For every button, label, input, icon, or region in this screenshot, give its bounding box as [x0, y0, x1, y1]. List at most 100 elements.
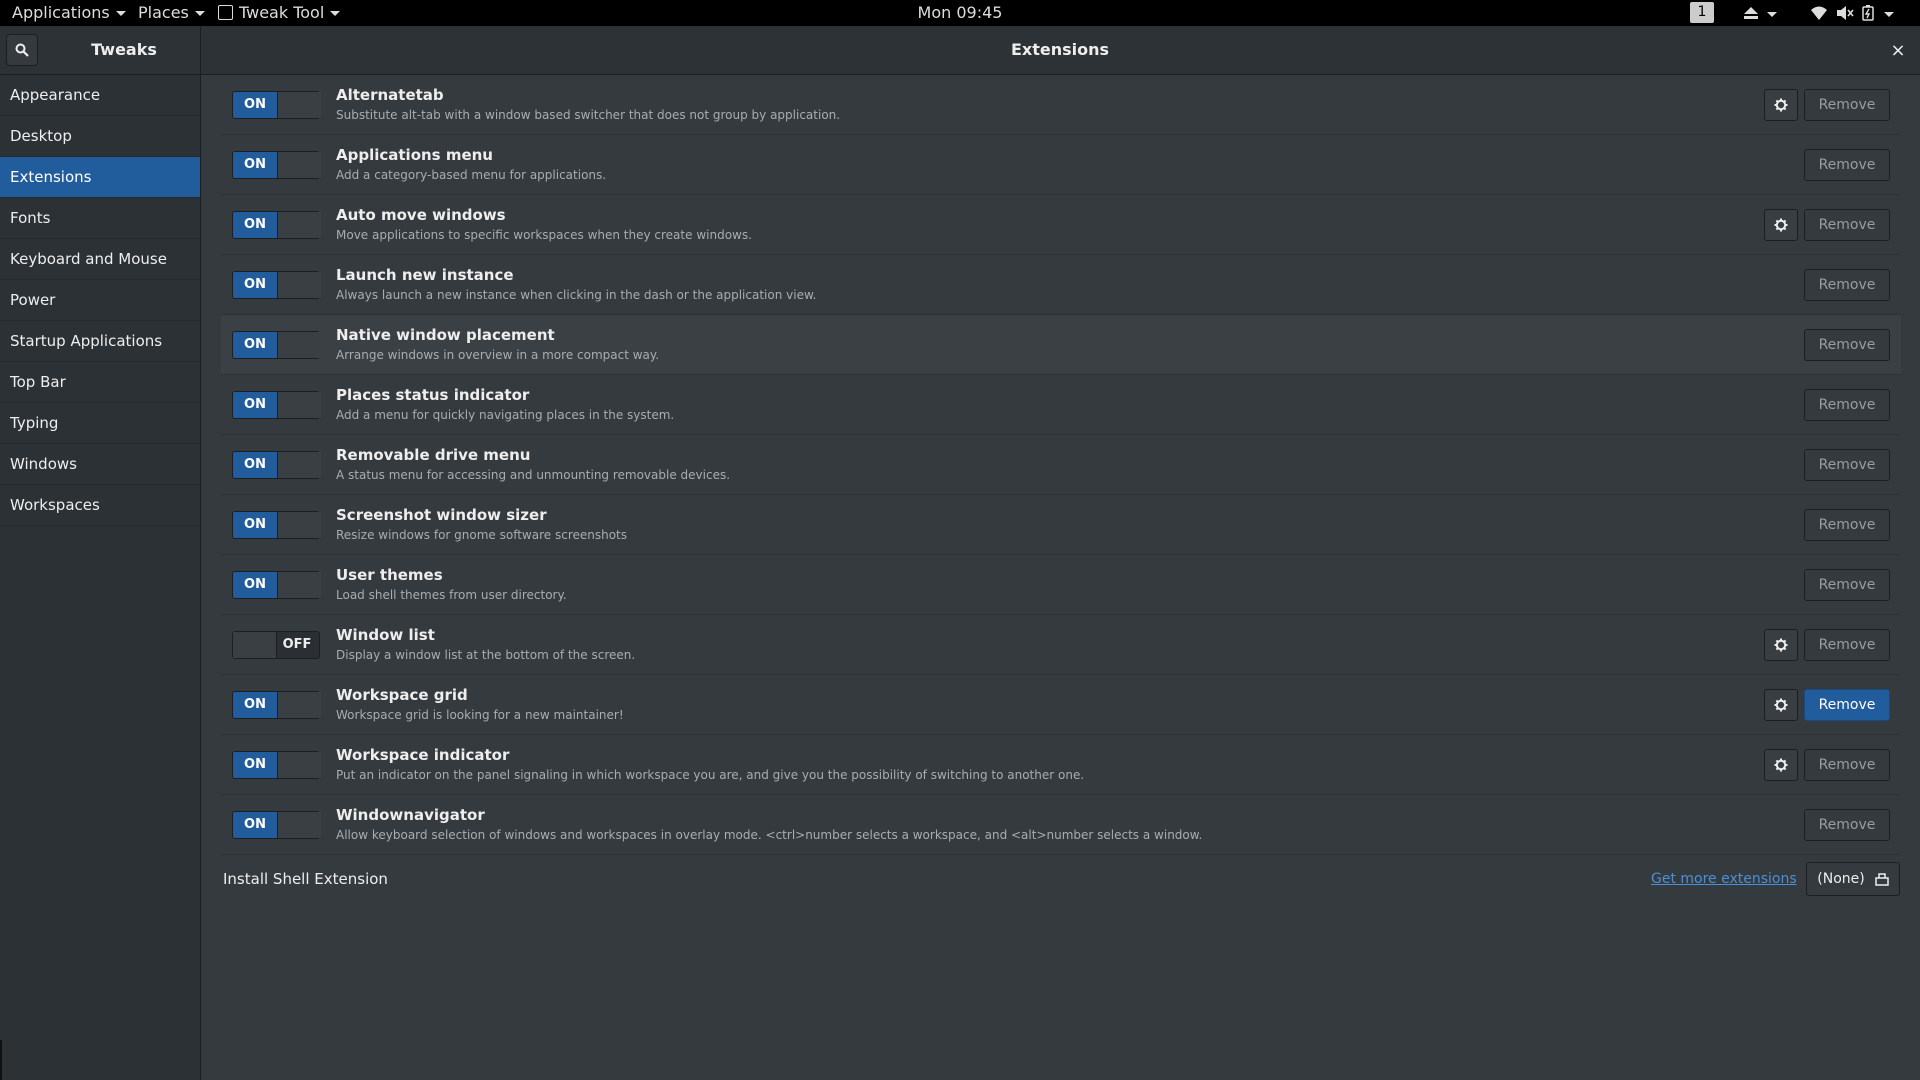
remove-button[interactable]: Remove [1804, 569, 1890, 601]
chevron-down-icon [330, 11, 341, 16]
remove-button[interactable]: Remove [1804, 329, 1890, 361]
remove-button[interactable]: Remove [1804, 809, 1890, 841]
extension-name: Workspace indicator [336, 746, 510, 764]
toggle-on-label: ON [233, 332, 277, 358]
corner-edge [0, 1040, 2, 1080]
extension-name: Window list [336, 626, 435, 644]
sidebar-item-workspaces[interactable]: Workspaces [0, 485, 200, 526]
extension-description: Workspace grid is looking for a new main… [336, 708, 624, 722]
volume-muted-icon [1837, 6, 1854, 20]
app-menu[interactable]: Tweak Tool [218, 3, 341, 22]
remove-button[interactable]: Remove [1804, 689, 1890, 721]
toggle-knob [277, 272, 321, 298]
extension-settings-button[interactable] [1764, 89, 1798, 121]
extension-name: Auto move windows [336, 206, 506, 224]
toggle-knob [277, 92, 321, 118]
toggle-on-label: ON [233, 152, 277, 178]
tweak-tool-icon [218, 5, 233, 20]
applications-menu-label: Applications [12, 3, 110, 22]
extension-toggle[interactable]: ON [232, 331, 321, 359]
extension-description: Display a window list at the bottom of t… [336, 648, 636, 662]
extension-toggle[interactable]: ON [232, 211, 321, 239]
toggle-on-label: ON [233, 452, 277, 478]
remove-button[interactable]: Remove [1804, 389, 1890, 421]
status-menu[interactable] [1810, 4, 1894, 22]
toggle-knob [277, 572, 321, 598]
battery-icon [1862, 5, 1874, 21]
clock-label[interactable]: Mon 09:45 [918, 3, 1003, 22]
extension-toggle[interactable]: ON [232, 91, 321, 119]
sidebar-item-appearance[interactable]: Appearance [0, 75, 200, 116]
toggle-off-label: OFF [282, 637, 312, 652]
search-button[interactable] [6, 34, 38, 66]
sidebar-item-fonts[interactable]: Fonts [0, 198, 200, 239]
sidebar-item-extensions[interactable]: Extensions [0, 157, 200, 198]
toggle-on-label: ON [233, 812, 277, 838]
toggle-on-label: ON [233, 512, 277, 538]
sidebar-header: Tweaks [0, 26, 201, 74]
gear-icon [1774, 698, 1788, 712]
extension-settings-button[interactable] [1764, 689, 1798, 721]
toggle-knob [277, 152, 321, 178]
extension-row: ON Workspace grid Workspace grid is lookin… [221, 675, 1901, 735]
extension-name: Screenshot window sizer [336, 506, 547, 524]
gear-icon [1774, 758, 1788, 772]
extension-row: ON Removable drive menu A status menu for … [221, 435, 1901, 495]
remove-button[interactable]: Remove [1804, 89, 1890, 121]
app-menu-label: Tweak Tool [239, 3, 325, 22]
eject-menu[interactable] [1743, 4, 1777, 22]
toggle-knob [277, 692, 321, 718]
close-button[interactable]: × [1886, 38, 1910, 62]
extension-rows: ON Alternatetab Substitute alt-tab with a … [221, 75, 1901, 855]
extension-name: Workspace grid [336, 686, 468, 704]
remove-button[interactable]: Remove [1804, 509, 1890, 541]
toggle-knob [277, 452, 321, 478]
extension-toggle[interactable]: ON [232, 571, 321, 599]
toggle-knob [277, 392, 321, 418]
extension-toggle[interactable]: ON [232, 271, 321, 299]
workspace-indicator[interactable]: 1 [1690, 2, 1714, 23]
remove-button[interactable]: Remove [1804, 149, 1890, 181]
sidebar-item-typing[interactable]: Typing [0, 403, 200, 444]
extension-toggle[interactable]: ON [232, 691, 321, 719]
wifi-icon [1811, 6, 1827, 20]
toggle-on-label: ON [233, 92, 277, 118]
remove-button[interactable]: Remove [1804, 629, 1890, 661]
remove-button[interactable]: Remove [1804, 449, 1890, 481]
applications-menu[interactable]: Applications [12, 3, 126, 22]
header-bar: Tweaks Extensions × [0, 26, 1920, 75]
sidebar-item-desktop[interactable]: Desktop [0, 116, 200, 157]
sidebar-item-startup-applications[interactable]: Startup Applications [0, 321, 200, 362]
extension-toggle[interactable]: ON [232, 811, 321, 839]
sidebar-item-power[interactable]: Power [0, 280, 200, 321]
toggle-on-label: ON [233, 392, 277, 418]
extension-toggle[interactable]: ON [232, 451, 321, 479]
remove-button[interactable]: Remove [1804, 749, 1890, 781]
gear-icon [1774, 98, 1788, 112]
extension-toggle[interactable]: ON [232, 751, 321, 779]
extension-name: Alternatetab [336, 86, 444, 104]
extension-toggle[interactable]: ON [232, 151, 321, 179]
extension-toggle[interactable]: OFF [232, 631, 320, 659]
sidebar-item-keyboard-and-mouse[interactable]: Keyboard and Mouse [0, 239, 200, 280]
chevron-down-icon [115, 11, 126, 16]
remove-button[interactable]: Remove [1804, 269, 1890, 301]
chevron-down-icon [1767, 11, 1777, 17]
extension-settings-button[interactable] [1764, 629, 1798, 661]
extension-file-chooser[interactable]: (None) [1806, 862, 1900, 896]
sidebar-item-windows[interactable]: Windows [0, 444, 200, 485]
remove-button[interactable]: Remove [1804, 209, 1890, 241]
toggle-knob [277, 512, 321, 538]
extension-settings-button[interactable] [1764, 209, 1798, 241]
extension-settings-button[interactable] [1764, 749, 1798, 781]
extension-toggle[interactable]: ON [232, 391, 321, 419]
extension-name: Applications menu [336, 146, 493, 164]
get-more-extensions-link[interactable]: Get more extensions [1651, 871, 1797, 887]
sidebar: Appearance Desktop Extensions Fonts Keyboard… [0, 75, 201, 1080]
extension-toggle[interactable]: ON [232, 511, 321, 539]
sidebar-item-top-bar[interactable]: Top Bar [0, 362, 200, 403]
places-menu[interactable]: Places [138, 3, 205, 22]
extension-description: Load shell themes from user directory. [336, 588, 567, 602]
extension-row: ON User themes Load shell themes from user… [221, 555, 1901, 615]
toggle-on-label: ON [233, 692, 277, 718]
